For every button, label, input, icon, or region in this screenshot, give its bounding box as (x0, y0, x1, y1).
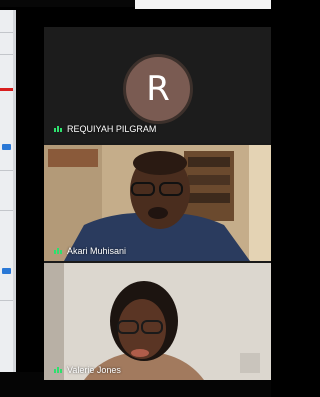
participant-name-tag: REQUIYAH PILGRAM (54, 124, 156, 134)
window-scrollbar[interactable] (13, 10, 16, 387)
participant-tile[interactable]: Akari Muhisani (44, 145, 271, 261)
participant-name: REQUIYAH PILGRAM (67, 124, 157, 134)
participant-tile[interactable]: Valerie Jones (44, 263, 271, 380)
participant-video (44, 263, 271, 380)
blue-control (2, 144, 11, 150)
participant-name-tag: Valerie Jones (54, 365, 121, 375)
audio-level-icon (54, 367, 62, 373)
participant-name: Valerie Jones (67, 365, 121, 375)
audio-level-icon (54, 248, 62, 254)
background-app-window (0, 10, 16, 387)
participant-tile[interactable]: R REQUIYAH PILGRAM (44, 27, 271, 143)
meeting-gallery: R REQUIYAH PILGRAM Akari Muhisani Valeri… (44, 27, 271, 380)
participant-name: Akari Muhisani (67, 246, 127, 256)
top-window-dark-edge (0, 0, 135, 7)
background-window-top (135, 0, 271, 9)
participant-video (44, 145, 271, 261)
blue-control (2, 268, 11, 274)
participant-name-tag: Akari Muhisani (54, 246, 126, 256)
participant-avatar: R (123, 54, 193, 124)
audio-level-icon (54, 126, 62, 132)
